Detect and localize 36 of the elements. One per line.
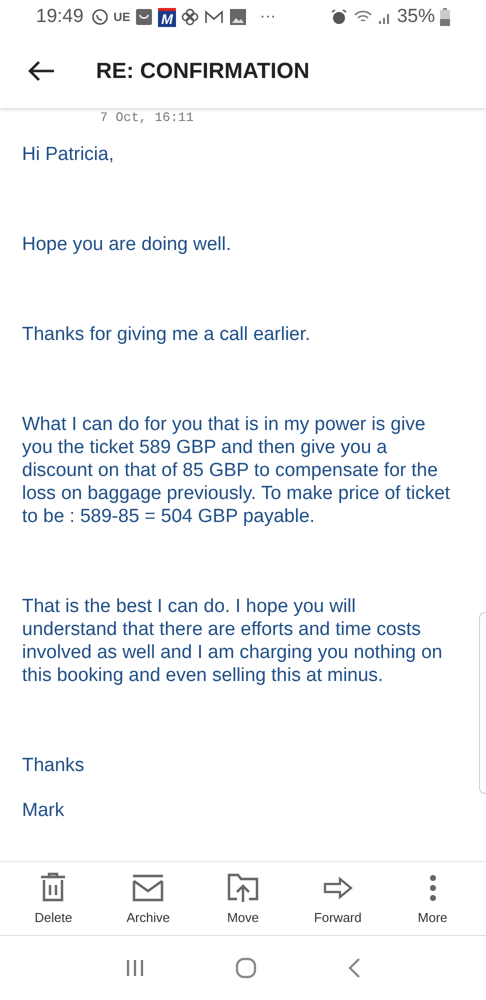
scroll-handle[interactable] [479,612,486,794]
email-paragraph: What I can do for you that is in my power is give you the ticket 589 GBP and then give you a discount on that of 85 GBP to compensate for the loss on baggage previously. To make price of ticket to be : 589-85 = 504 GBP payable. [22,413,452,528]
forward-button[interactable]: Forward [298,868,378,929]
bag-icon [135,8,154,26]
back-arrow-icon [26,59,56,83]
app-label: UE [114,10,130,24]
delete-button[interactable]: Delete [13,868,94,929]
alarm-icon [330,8,348,26]
more-icon [428,872,437,904]
more-notifications: ··· [260,8,276,26]
back-button[interactable] [26,59,56,83]
image-icon [228,8,247,26]
email-paragraph: Hi Patricia, [22,143,115,166]
home-icon[interactable] [235,957,257,979]
email-paragraph: That is the best I can do. I hope you will understand that there are efforts and time costs involved as well and I am charging you nothing on this booking and even selling this at minus. [22,595,444,687]
folder-upload-icon [226,872,259,904]
email-date: 7 Oct, 16:11 [99,109,195,125]
move-button[interactable]: Move [202,868,283,929]
email-paragraph: Thanks for giving me a call earlier. [22,323,312,346]
more-button[interactable]: More [392,868,473,929]
archive-button[interactable]: Archive [108,868,188,929]
battery-icon [440,8,450,26]
recent-apps-icon[interactable] [125,958,145,978]
battery-level: 35% [396,6,435,28]
email-paragraph: Hope you are doing well. [22,233,232,256]
app-logo: M [158,8,176,26]
email-paragraph: Thanks [22,754,86,777]
email-paragraph: Mark [22,799,66,822]
chat-bubble-icon [90,8,109,26]
status-time: 19:49 [36,6,84,28]
pinwheel-icon [180,8,199,26]
email-subject: RE: CONFIRMATION [96,58,310,84]
back-icon[interactable] [347,957,361,979]
trash-icon [40,872,66,904]
archive-icon [132,872,164,904]
envelope-icon [204,9,224,25]
